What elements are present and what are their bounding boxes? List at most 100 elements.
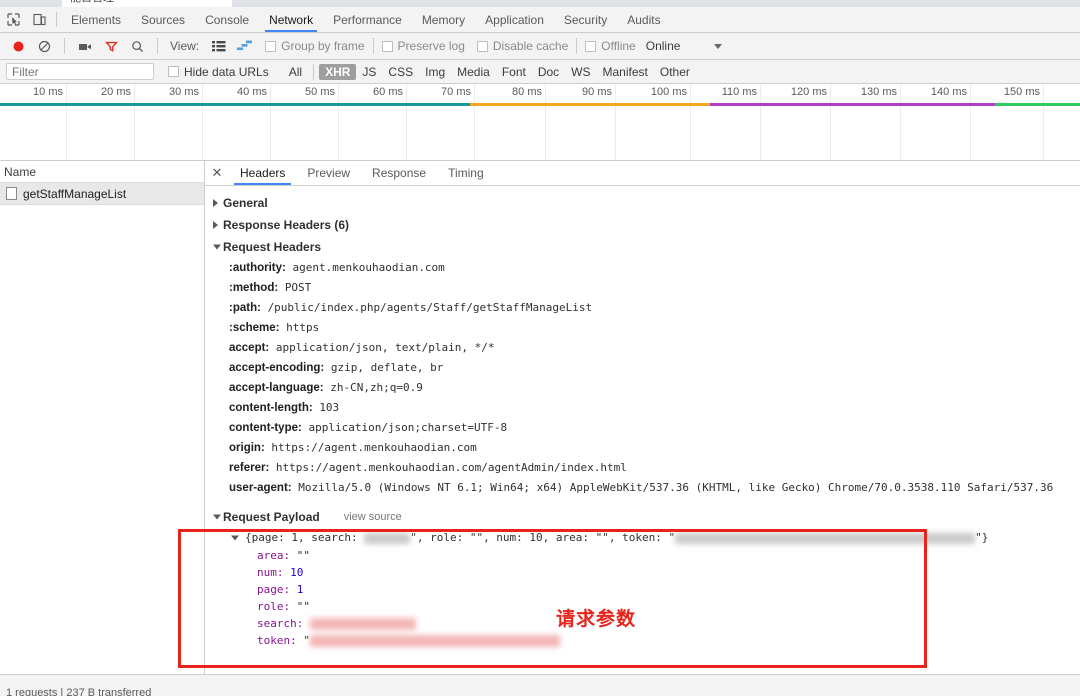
tab-application[interactable]: Application bbox=[475, 7, 554, 32]
offline-checkbox[interactable]: Offline bbox=[585, 39, 635, 53]
chevron-down-icon bbox=[213, 515, 221, 520]
tab-security[interactable]: Security bbox=[554, 7, 617, 32]
header-name: referer: bbox=[229, 462, 269, 474]
overview-bar-segment bbox=[710, 103, 995, 106]
section-label: General bbox=[223, 196, 268, 210]
tab-label: Memory bbox=[422, 13, 465, 27]
browser-tab[interactable]: 能自管理 bbox=[62, 0, 232, 7]
tab-network[interactable]: Network bbox=[259, 7, 323, 32]
header-row: accept: application/json, text/plain, */… bbox=[205, 338, 1080, 358]
tab-sources[interactable]: Sources bbox=[131, 7, 195, 32]
checkbox-box bbox=[477, 41, 488, 52]
header-name: :authority: bbox=[229, 262, 286, 274]
filter-type-doc[interactable]: Doc bbox=[532, 64, 565, 80]
tab-response[interactable]: Response bbox=[361, 161, 437, 185]
filter-type-xhr[interactable]: XHR bbox=[319, 64, 356, 80]
filter-type-all[interactable]: All bbox=[283, 64, 308, 80]
header-name: accept-encoding: bbox=[229, 362, 324, 374]
payload-property: num: 10 bbox=[205, 564, 1080, 581]
devtools-window: 能自管理 Elements Sources Console Network Pe… bbox=[0, 0, 1080, 696]
header-name: :path: bbox=[229, 302, 261, 314]
disable-cache-checkbox[interactable]: Disable cache bbox=[477, 39, 568, 53]
section-request-payload[interactable]: Request Payload view source bbox=[205, 506, 1080, 528]
section-response-headers[interactable]: Response Headers (6) bbox=[205, 214, 1080, 236]
payload-key: num: bbox=[257, 566, 284, 579]
hide-data-urls-checkbox[interactable]: Hide data URLs bbox=[168, 65, 269, 79]
timeline-tick-label: 60 ms bbox=[373, 86, 403, 98]
payload-summary-mid: ", role: "", num: 10, area: "", token: " bbox=[410, 531, 675, 544]
header-row: :authority: agent.menkouhaodian.com bbox=[205, 258, 1080, 278]
preserve-log-checkbox[interactable]: Preserve log bbox=[382, 39, 465, 53]
timeline-tick-label: 130 ms bbox=[861, 86, 897, 98]
section-request-headers[interactable]: Request Headers bbox=[205, 236, 1080, 258]
device-toolbar-icon[interactable] bbox=[26, 7, 52, 32]
chevron-down-icon[interactable] bbox=[714, 44, 722, 49]
tab-memory[interactable]: Memory bbox=[412, 7, 475, 32]
payload-key: area: bbox=[257, 549, 290, 562]
payload-summary-suffix: "} bbox=[975, 531, 988, 544]
tab-headers[interactable]: Headers bbox=[229, 161, 296, 185]
group-by-frame-checkbox[interactable]: Group by frame bbox=[265, 39, 364, 53]
status-bar: 1 requests | 237 B transferred bbox=[0, 674, 1080, 696]
chevron-down-icon bbox=[213, 245, 221, 250]
tab-performance[interactable]: Performance bbox=[323, 7, 412, 32]
tab-elements[interactable]: Elements bbox=[61, 7, 131, 32]
timeline-tick-label: 50 ms bbox=[305, 86, 335, 98]
header-row: accept-encoding: gzip, deflate, br bbox=[205, 358, 1080, 378]
tab-label: Application bbox=[485, 13, 544, 27]
list-view-icon[interactable] bbox=[207, 35, 231, 57]
inspect-element-icon[interactable] bbox=[0, 7, 26, 32]
filter-input[interactable] bbox=[6, 63, 154, 80]
clear-prohibited-icon[interactable] bbox=[32, 35, 56, 57]
camera-icon[interactable] bbox=[73, 35, 97, 57]
header-value: 103 bbox=[319, 401, 339, 414]
table-row[interactable]: getStaffManageList bbox=[0, 183, 204, 205]
payload-value: 10 bbox=[290, 566, 303, 579]
network-overview-timeline[interactable]: 10 ms 20 ms 30 ms 40 ms 50 ms 60 ms 70 m… bbox=[0, 84, 1080, 161]
close-icon[interactable]: ✕ bbox=[205, 161, 229, 185]
overview-bar-segment bbox=[470, 103, 710, 106]
preserve-log-label: Preserve log bbox=[398, 39, 465, 53]
filter-type-js[interactable]: JS bbox=[356, 64, 382, 80]
header-row: :method: POST bbox=[205, 278, 1080, 298]
tab-label: Timing bbox=[448, 166, 484, 180]
tab-audits[interactable]: Audits bbox=[617, 7, 670, 32]
filter-type-manifest[interactable]: Manifest bbox=[597, 64, 654, 80]
header-value: application/json;charset=UTF-8 bbox=[308, 421, 507, 434]
payload-key: page: bbox=[257, 583, 290, 596]
filter-type-media[interactable]: Media bbox=[451, 64, 496, 80]
filter-type-other[interactable]: Other bbox=[654, 64, 696, 80]
tab-timing[interactable]: Timing bbox=[437, 161, 495, 185]
funnel-filter-icon[interactable] bbox=[99, 35, 123, 57]
header-value: zh-CN,zh;q=0.9 bbox=[330, 381, 423, 394]
tab-label: Preview bbox=[307, 166, 350, 180]
header-name: :scheme: bbox=[229, 322, 280, 334]
magnifier-search-icon[interactable] bbox=[125, 35, 149, 57]
overview-bar-segment bbox=[995, 103, 1080, 106]
payload-object-summary[interactable]: {page: 1, search: ", role: "", num: 10, … bbox=[205, 528, 1080, 547]
tab-label: Response bbox=[372, 166, 426, 180]
view-source-link[interactable]: view source bbox=[344, 511, 402, 523]
filter-type-ws[interactable]: WS bbox=[565, 64, 596, 80]
tab-preview[interactable]: Preview bbox=[296, 161, 361, 185]
waterfall-view-icon[interactable] bbox=[233, 35, 257, 57]
tab-console[interactable]: Console bbox=[195, 7, 259, 32]
filter-type-img[interactable]: Img bbox=[419, 64, 451, 80]
chevron-down-icon bbox=[231, 535, 239, 540]
section-general[interactable]: General bbox=[205, 192, 1080, 214]
request-name: getStaffManageList bbox=[23, 187, 126, 201]
header-value: https bbox=[286, 321, 319, 334]
throttling-select[interactable]: Online bbox=[646, 39, 681, 53]
record-circle-icon[interactable] bbox=[6, 35, 30, 57]
filter-type-css[interactable]: CSS bbox=[382, 64, 419, 80]
toolbar-divider bbox=[576, 38, 577, 54]
filter-type-font[interactable]: Font bbox=[496, 64, 532, 80]
payload-key: token: bbox=[257, 634, 297, 647]
document-file-icon bbox=[6, 187, 17, 200]
payload-property: token: " bbox=[205, 632, 1080, 649]
tab-label: Console bbox=[205, 13, 249, 27]
payload-value: "" bbox=[297, 600, 310, 613]
toolbar-divider bbox=[313, 64, 314, 80]
header-value: https://agent.menkouhaodian.com/agentAdm… bbox=[276, 461, 627, 474]
header-row: content-length: 103 bbox=[205, 398, 1080, 418]
